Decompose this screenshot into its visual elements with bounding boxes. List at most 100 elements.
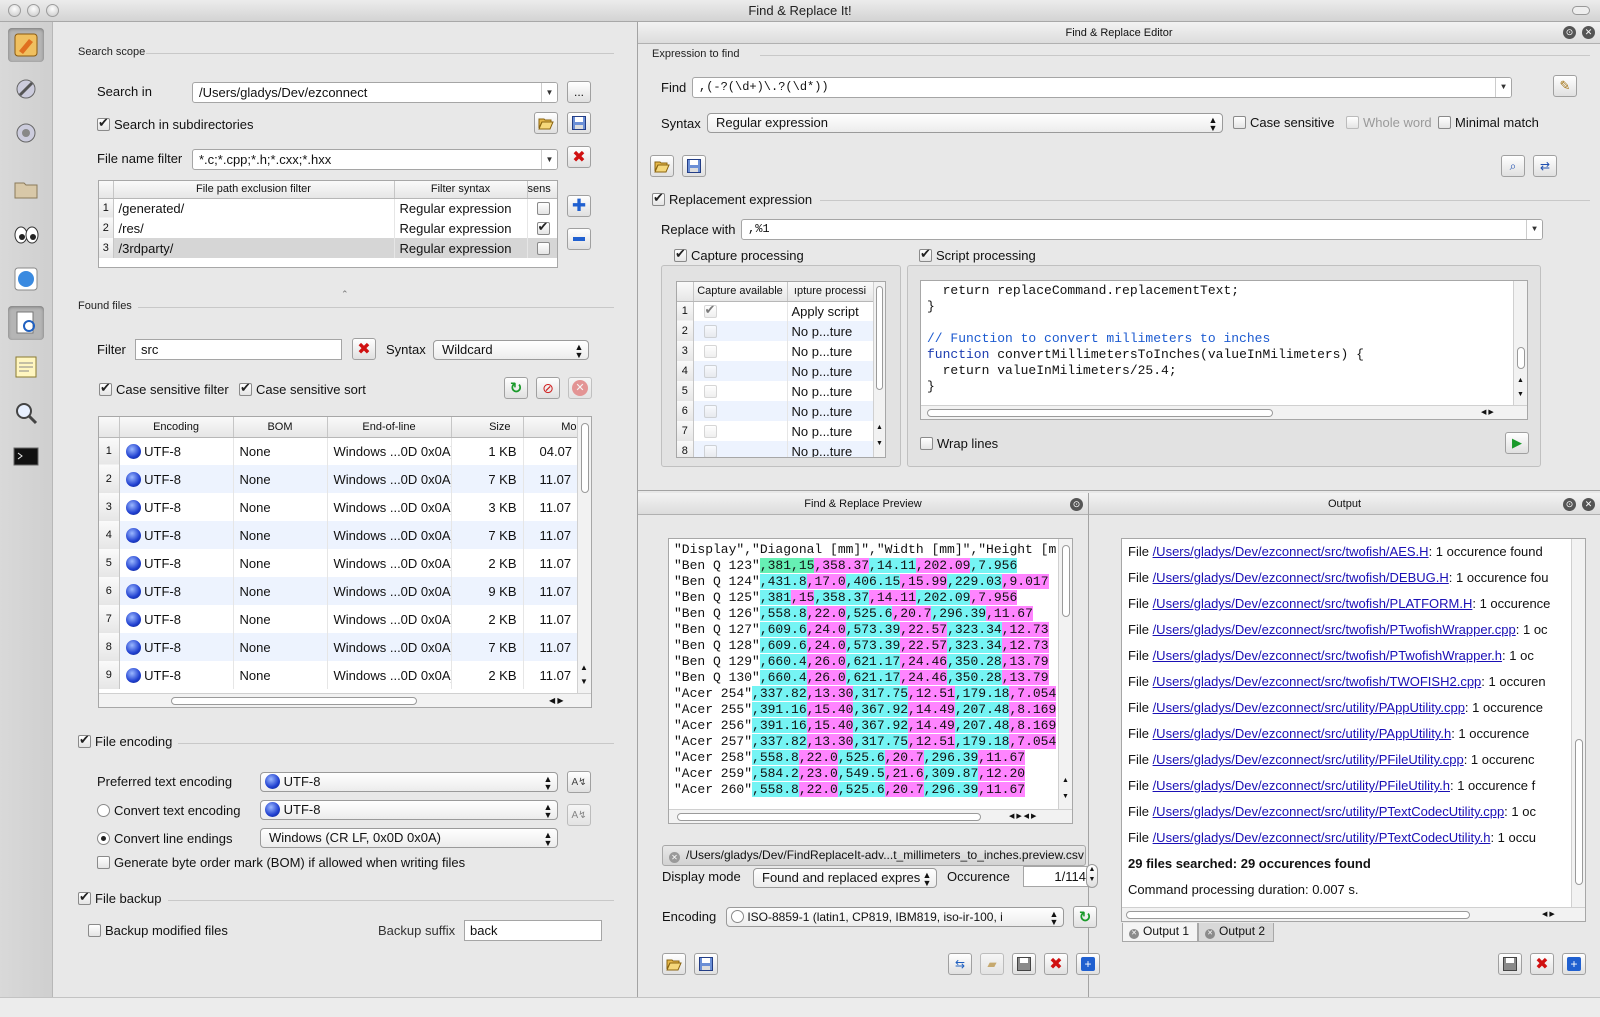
modified-cell[interactable]: 11.07 (523, 577, 578, 605)
splitter-handle[interactable]: ⌃ (341, 289, 349, 300)
table-row[interactable]: 2 No p...ture (677, 321, 874, 341)
close-preview-file-button[interactable]: ✖ (1044, 953, 1068, 975)
column-header[interactable]: ıpture processi (787, 282, 874, 302)
convert-encoding-radio[interactable]: Convert text encoding (97, 803, 240, 818)
files-syntax-popup[interactable]: Wildcard ▲ ▼ (433, 340, 589, 360)
capture-available-cell[interactable] (693, 321, 788, 341)
reload-preview-button[interactable]: ↻ (1073, 906, 1097, 928)
line-endings-popup[interactable]: Windows (CR LF, 0x0D 0x0A) ▲ ▼ (260, 828, 558, 848)
convert-line-endings-radio[interactable]: Convert line endings (97, 831, 233, 846)
cancel-search-button[interactable]: ✕ (568, 377, 592, 399)
open-external-button[interactable]: ▰ (980, 953, 1004, 975)
table-row[interactable]: 3 UTF-8 None Windows ...0D 0x0A) 3 KB 11.07 (99, 493, 578, 521)
close-tab-icon[interactable]: ✕ (1129, 929, 1139, 939)
table-row[interactable]: 8 UTF-8 None Windows ...0D 0x0A) 7 KB 11.07 (99, 633, 578, 661)
exclusion-path-cell[interactable]: /generated/ (113, 198, 395, 218)
modified-cell[interactable]: 11.07 (523, 633, 578, 661)
float-panel-button[interactable]: ⊙ (1563, 26, 1576, 39)
output-file-link[interactable]: /Users/gladys/Dev/ezconnect/src/twofish/… (1153, 674, 1482, 689)
column-header-modified[interactable]: Mo (523, 417, 578, 438)
preview-text-view[interactable]: "Display","Diagonal [mm]","Width [mm]","… (668, 538, 1073, 824)
output-tab-1[interactable]: ✕ Output 1 (1122, 923, 1199, 942)
minimize-window-button[interactable] (27, 4, 40, 17)
bom-cell[interactable]: None (233, 493, 328, 521)
encoding-cell[interactable]: UTF-8 (119, 577, 234, 605)
output-file-link[interactable]: /Users/gladys/Dev/ezconnect/src/twofish/… (1153, 622, 1516, 637)
table-row[interactable]: 3 No p...ture (677, 341, 874, 361)
remove-exclusion-button[interactable] (567, 228, 591, 250)
scroll-thumb[interactable] (581, 423, 589, 493)
run-script-button[interactable]: ▶ (1505, 432, 1529, 454)
toolbar-button-search-doc[interactable] (8, 306, 44, 340)
toolbar-button-terminal[interactable] (8, 440, 44, 474)
modified-cell[interactable]: 11.07 (523, 661, 578, 689)
save-expression-button[interactable] (682, 155, 706, 177)
output-file-link[interactable]: /Users/gladys/Dev/ezconnect/src/utility/… (1153, 752, 1464, 767)
output-log[interactable]: File /Users/gladys/Dev/ezconnect/src/two… (1121, 538, 1586, 922)
table-row[interactable]: 6 No p...ture (677, 401, 874, 421)
bom-cell[interactable]: None (233, 633, 328, 661)
save-preview-button[interactable] (694, 953, 718, 975)
find-expression-combo[interactable]: ,(-?(\d+)\.?(\d*)) ▼ (692, 77, 1512, 98)
capture-table[interactable]: Capture available ıpture processi 1 Apply… (676, 281, 886, 458)
capture-available-cell[interactable] (693, 441, 788, 457)
table-row[interactable]: 7 UTF-8 None Windows ...0D 0x0A) 2 KB 11.07 (99, 605, 578, 633)
output-file-link[interactable]: /Users/gladys/Dev/ezconnect/src/twofish/… (1153, 648, 1502, 663)
close-window-button[interactable] (8, 4, 21, 17)
toolbar-button-magnifier[interactable] (8, 396, 44, 430)
table-row[interactable]: 1 UTF-8 None Windows ...0D 0x0A) 1 KB 04.07 (99, 437, 578, 465)
preview-replace-button[interactable]: ⇄ (1533, 155, 1557, 177)
whole-word-checkbox[interactable]: Whole word (1346, 115, 1432, 130)
column-header-bom[interactable]: BOM (233, 417, 328, 438)
script-processing-checkbox[interactable]: Script processing (919, 246, 1036, 263)
add-exclusion-button[interactable]: ✚ (567, 195, 591, 217)
replacement-expression-checkbox[interactable]: Replacement expression (652, 190, 812, 207)
table-row[interactable]: 2 UTF-8 None Windows ...0D 0x0A) 7 KB 11.07 (99, 465, 578, 493)
output-file-link[interactable]: /Users/gladys/Dev/ezconnect/src/utility/… (1153, 726, 1452, 741)
preview-hscrollbar[interactable]: ◀ ▶ ◀ ▶ (669, 809, 1072, 823)
output-hscrollbar[interactable]: ◀ ▶ (1122, 907, 1585, 921)
refresh-files-button[interactable]: ↻ (504, 377, 528, 399)
float-output-button[interactable]: ⊙ (1563, 498, 1576, 511)
bom-cell[interactable]: None (233, 521, 328, 549)
column-header[interactable]: File path exclusion filter (113, 181, 395, 199)
close-tab-icon[interactable]: ✕ (1205, 929, 1216, 939)
save-copy-button[interactable] (1012, 953, 1036, 975)
modified-cell[interactable]: 11.07 (523, 465, 578, 493)
file-backup-checkbox[interactable]: File backup (78, 889, 161, 906)
encoding-cell[interactable]: UTF-8 (119, 493, 234, 521)
wrap-lines-checkbox[interactable]: Wrap lines (920, 436, 998, 451)
search-in-combo[interactable]: /Users/gladys/Dev/ezconnect ▼ (192, 82, 558, 103)
zoom-window-button[interactable] (46, 4, 59, 17)
encoding-cell[interactable]: UTF-8 (119, 661, 234, 689)
capture-processing-checkbox[interactable]: Capture processing (674, 246, 804, 263)
toolbar-button-settings[interactable] (8, 116, 44, 150)
modified-cell[interactable]: 11.07 (523, 493, 578, 521)
size-cell[interactable]: 7 KB (451, 521, 524, 549)
new-preview-button[interactable]: + (1076, 953, 1100, 975)
encoding-cell[interactable]: UTF-8 (119, 549, 234, 577)
encoding-cell[interactable]: UTF-8 (119, 605, 234, 633)
exclusion-path-cell[interactable]: /res/ (113, 218, 395, 238)
column-header-size[interactable]: Size (451, 417, 524, 438)
clear-files-filter-button[interactable]: ✖ (352, 338, 376, 360)
toolbar-button-tools[interactable] (8, 72, 44, 106)
case-sensitive-filter-checkbox[interactable]: Case sensitive filter (99, 380, 229, 397)
bom-cell[interactable]: None (233, 549, 328, 577)
toolbar-button-folder[interactable] (8, 172, 44, 206)
output-tab-2[interactable]: ✕ Output 2 (1198, 923, 1275, 942)
save-output-button[interactable] (1498, 953, 1522, 975)
minimal-match-checkbox[interactable]: Minimal match (1438, 115, 1539, 130)
capture-available-cell[interactable] (693, 361, 788, 381)
backup-modified-checkbox[interactable]: Backup modified files (88, 923, 228, 938)
size-cell[interactable]: 2 KB (451, 605, 524, 633)
capture-available-cell[interactable] (693, 381, 788, 401)
encoding-cell[interactable]: UTF-8 (119, 465, 234, 493)
script-editor[interactable]: return replaceCommand.replacementText;} /… (920, 280, 1528, 420)
toolbar-toggle-button[interactable] (1572, 6, 1590, 15)
found-files-table[interactable]: Encoding BOM End-of-line Size Mo 1 UTF-8… (98, 416, 592, 708)
table-row[interactable]: 7 No p...ture (677, 421, 874, 441)
column-header-encoding[interactable]: Encoding (119, 417, 234, 438)
table-row[interactable]: 3/3rdparty/Regular expression (99, 238, 557, 258)
size-cell[interactable]: 7 KB (451, 633, 524, 661)
